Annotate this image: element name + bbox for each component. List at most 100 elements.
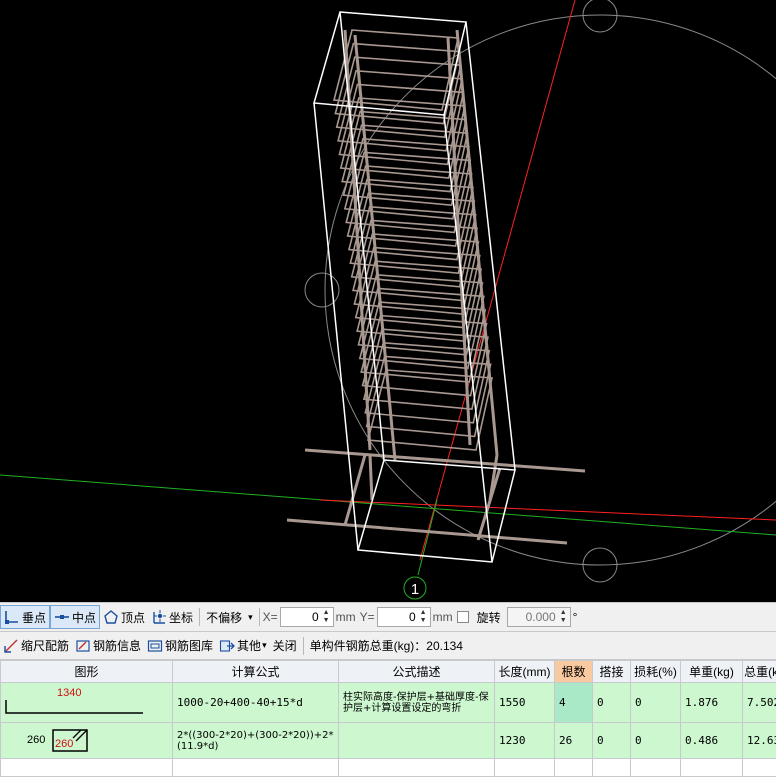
col-header-length[interactable]: 长度(mm) bbox=[494, 660, 555, 683]
table-row[interactable]: 260 260 2*((300-2*20)+(300-2*20))+2*(11.… bbox=[0, 722, 776, 759]
shape-cell[interactable]: 1340 bbox=[0, 682, 173, 723]
col-header-loss[interactable]: 损耗(%) bbox=[630, 660, 681, 683]
empty-cell[interactable] bbox=[0, 758, 173, 777]
col-header-unit-weight[interactable]: 单重(kg) bbox=[680, 660, 743, 683]
other-menu-button[interactable]: 其他 ▾ bbox=[216, 634, 270, 658]
description-cell[interactable] bbox=[338, 722, 495, 759]
separator bbox=[302, 636, 304, 655]
chevron-down-icon: ▾ bbox=[262, 640, 267, 650]
offset-select[interactable]: 不偏移 ▾ bbox=[203, 605, 256, 629]
col-header-shape[interactable]: 图形 bbox=[0, 660, 173, 683]
col-header-formula[interactable]: 计算公式 bbox=[172, 660, 339, 683]
count-cell[interactable]: 4 bbox=[554, 682, 593, 723]
rebar-3d-drawing: 1 bbox=[0, 0, 776, 600]
total-weight-cell[interactable]: 7.502 bbox=[742, 682, 776, 723]
coordinate-snap-button[interactable]: 坐标 bbox=[148, 605, 196, 629]
rotate-input-value: 0.000 bbox=[525, 610, 556, 624]
empty-cell[interactable] bbox=[172, 758, 339, 777]
total-weight-label: 单构件钢筋总重(kg)：20.134 bbox=[309, 639, 463, 653]
vertex-icon bbox=[104, 610, 118, 624]
coordinate-icon bbox=[153, 610, 167, 624]
other-label: 其他 bbox=[237, 639, 262, 653]
table-row[interactable]: 1340 1000-20+400-40+15*d 柱实际高度-保护层+基础厚度-… bbox=[0, 682, 776, 723]
unit-weight-cell[interactable]: 0.486 bbox=[680, 722, 743, 759]
empty-cell[interactable] bbox=[338, 758, 495, 777]
y-unit: mm bbox=[432, 610, 453, 624]
empty-cell[interactable] bbox=[494, 758, 555, 777]
spin-arrows-icon[interactable]: ▲ ▼ bbox=[559, 609, 568, 625]
formula-cell[interactable]: 1000-20+400-40+15*d bbox=[172, 682, 339, 723]
rebar-info-label: 钢筋信息 bbox=[93, 639, 142, 653]
stirrup-shape-icon bbox=[52, 729, 88, 752]
rotate-checkbox[interactable] bbox=[456, 611, 469, 623]
y-input[interactable]: 0 ▲ ▼ bbox=[376, 607, 431, 627]
axis-label: 1 bbox=[411, 581, 419, 598]
shape-cell[interactable]: 260 260 bbox=[0, 722, 173, 759]
degree-symbol: ° bbox=[572, 610, 578, 624]
close-label: 关闭 bbox=[272, 639, 297, 653]
description-cell[interactable]: 柱实际高度-保护层+基础厚度-保护层+计算设置设定的弯折 bbox=[338, 682, 495, 723]
empty-cell[interactable] bbox=[592, 758, 631, 777]
empty-cell[interactable] bbox=[680, 758, 743, 777]
scale-rebar-label: 缩尺配筋 bbox=[21, 639, 70, 653]
close-button[interactable]: 关闭 bbox=[270, 634, 300, 658]
midpoint-label: 中点 bbox=[72, 610, 97, 625]
column-bounding-box bbox=[313, 11, 516, 563]
rebar-table: 图形 计算公式 公式描述 长度(mm) 根数 搭接 损耗(%) 单重(kg) 总… bbox=[0, 660, 776, 778]
stirrup bbox=[335, 56, 462, 139]
y-label: Y= bbox=[359, 610, 375, 624]
other-icon bbox=[219, 639, 235, 652]
col-header-total-weight[interactable]: 总重(kg) bbox=[742, 660, 776, 683]
formula-cell[interactable]: 2*((300-2*20)+(300-2*20))+2*(11.9*d) bbox=[172, 722, 339, 759]
length-cell[interactable]: 1230 bbox=[494, 722, 555, 759]
perpendicular-snap-button[interactable]: 垂点 bbox=[0, 605, 51, 629]
axis-green-short bbox=[417, 499, 438, 576]
col-header-lap[interactable]: 搭接 bbox=[592, 660, 631, 683]
rotate-label: 旋转 bbox=[476, 610, 501, 625]
midpoint-snap-button[interactable]: 中点 bbox=[50, 605, 101, 629]
vertex-label: 顶点 bbox=[121, 610, 146, 625]
x-input-value: 0 bbox=[311, 610, 319, 624]
shape-dimension: 260 bbox=[55, 738, 74, 750]
scale-rebar-button[interactable]: 缩尺配筋 bbox=[0, 634, 72, 658]
y-input-value: 0 bbox=[408, 610, 416, 624]
col-header-description[interactable]: 公式描述 bbox=[338, 660, 495, 683]
library-icon bbox=[147, 639, 163, 652]
rotate-input[interactable]: 0.000 ▲ ▼ bbox=[506, 607, 571, 627]
perpendicular-label: 垂点 bbox=[22, 610, 47, 625]
total-weight-cell[interactable]: 12.632 bbox=[742, 722, 776, 759]
shape-dimension: 1340 bbox=[57, 687, 82, 699]
stirrup bbox=[332, 29, 459, 111]
spin-arrows-icon[interactable]: ▲ ▼ bbox=[419, 609, 428, 625]
table-row-empty[interactable] bbox=[0, 758, 776, 777]
gizmo-handle-top[interactable] bbox=[582, 0, 618, 33]
loss-cell[interactable]: 0 bbox=[630, 682, 681, 723]
lap-cell[interactable]: 0 bbox=[592, 682, 631, 723]
rebar-toolbar: 缩尺配筋 钢筋信息 钢筋图库 其他 ▾ 关闭 单构件钢筋总重(kg)：20.13… bbox=[0, 632, 776, 660]
midpoint-icon bbox=[55, 615, 70, 619]
col-header-count[interactable]: 根数 bbox=[554, 660, 593, 683]
spin-arrows-icon[interactable]: ▲ ▼ bbox=[322, 609, 331, 625]
lap-cell[interactable]: 0 bbox=[592, 722, 631, 759]
empty-cell[interactable] bbox=[742, 758, 776, 777]
empty-cell[interactable] bbox=[554, 758, 593, 777]
stirrup bbox=[334, 42, 461, 125]
scale-icon bbox=[4, 639, 18, 653]
rebar-info-button[interactable]: 钢筋信息 bbox=[72, 634, 144, 658]
straight-bar-shape-icon bbox=[5, 700, 143, 714]
info-icon bbox=[76, 639, 90, 652]
x-input[interactable]: 0 ▲ ▼ bbox=[279, 607, 334, 627]
separator bbox=[199, 608, 201, 626]
unit-weight-cell[interactable]: 1.876 bbox=[680, 682, 743, 723]
3d-viewport[interactable]: 1 bbox=[0, 0, 776, 602]
rebar-library-button[interactable]: 钢筋图库 bbox=[144, 634, 216, 658]
table-header-row: 图形 计算公式 公式描述 长度(mm) 根数 搭接 损耗(%) 单重(kg) 总… bbox=[0, 660, 776, 683]
count-cell[interactable]: 26 bbox=[554, 722, 593, 759]
loss-cell[interactable]: 0 bbox=[630, 722, 681, 759]
perpendicular-icon bbox=[5, 611, 18, 624]
vertex-snap-button[interactable]: 顶点 bbox=[100, 605, 148, 629]
length-cell[interactable]: 1550 bbox=[494, 682, 555, 723]
coordinate-label: 坐标 bbox=[169, 610, 194, 625]
separator bbox=[258, 608, 260, 626]
empty-cell[interactable] bbox=[630, 758, 681, 777]
